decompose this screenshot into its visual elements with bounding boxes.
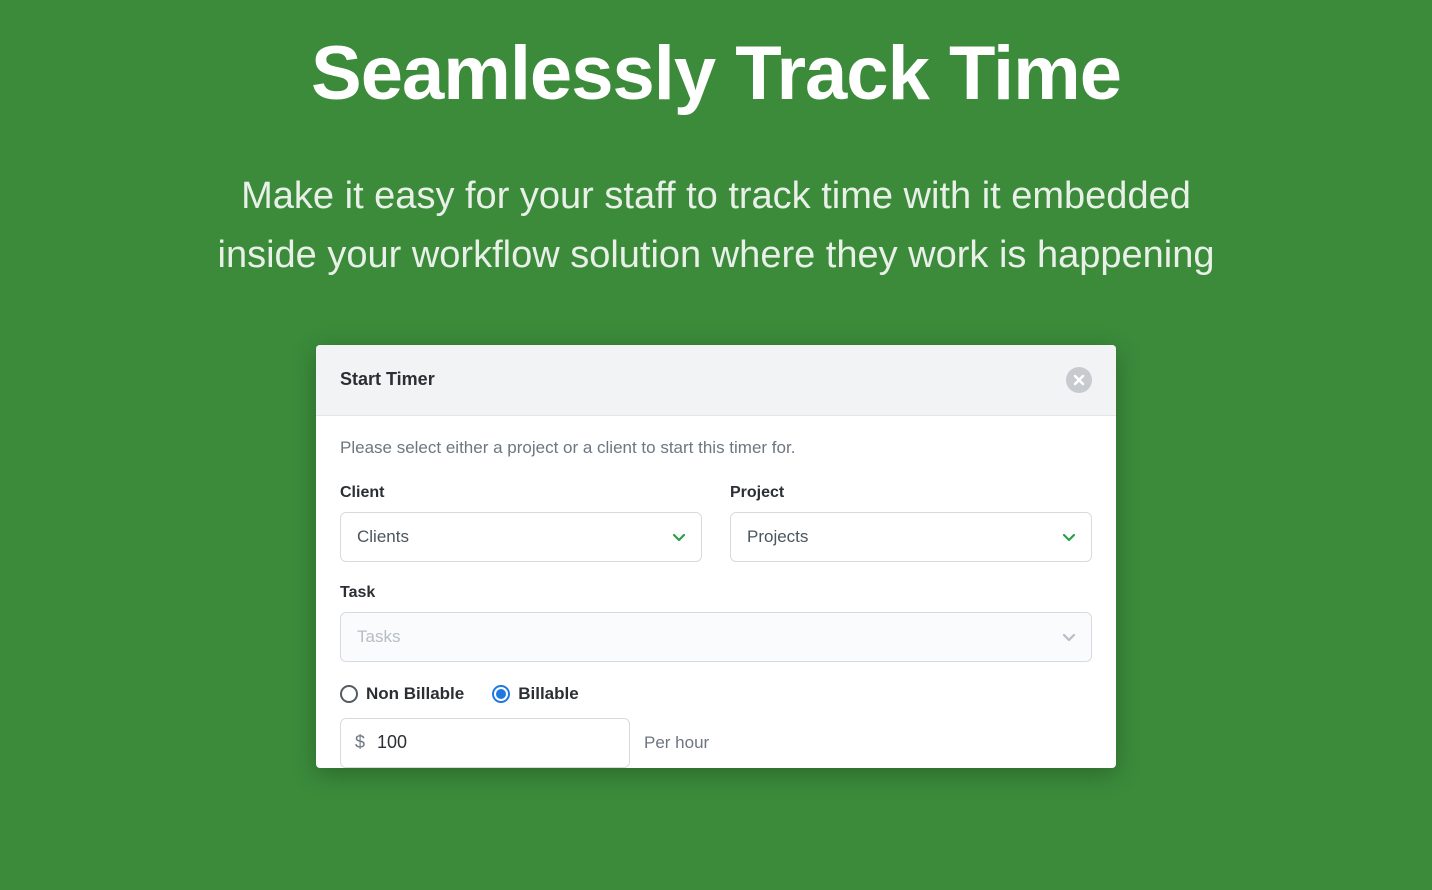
task-label: Task xyxy=(340,584,1092,602)
client-label: Client xyxy=(340,484,702,502)
rate-row: $ Per hour xyxy=(340,718,1092,768)
currency-symbol: $ xyxy=(355,732,365,753)
project-select[interactable]: Projects xyxy=(730,512,1092,562)
chevron-down-icon xyxy=(1061,529,1077,545)
page-subtitle: Make it easy for your staff to track tim… xyxy=(191,167,1241,285)
rate-input-wrap: $ xyxy=(340,718,630,768)
rate-suffix: Per hour xyxy=(644,733,709,753)
start-timer-panel: Start Timer Please select either a proje… xyxy=(316,345,1116,768)
panel-title: Start Timer xyxy=(340,369,435,390)
task-field: Task Tasks xyxy=(340,584,1092,662)
billing-radio-group: Non Billable Billable xyxy=(340,684,1092,704)
non-billable-label: Non Billable xyxy=(366,684,464,704)
project-label: Project xyxy=(730,484,1092,502)
page-title: Seamlessly Track Time xyxy=(0,30,1432,117)
billable-radio[interactable]: Billable xyxy=(492,684,578,704)
non-billable-radio[interactable]: Non Billable xyxy=(340,684,464,704)
close-button[interactable] xyxy=(1066,367,1092,393)
radio-dot-icon xyxy=(496,689,506,699)
client-select-value: Clients xyxy=(357,527,409,547)
chevron-down-icon xyxy=(1061,629,1077,645)
task-select[interactable]: Tasks xyxy=(340,612,1092,662)
panel-instruction: Please select either a project or a clie… xyxy=(340,438,1092,458)
close-icon xyxy=(1073,374,1085,386)
client-select[interactable]: Clients xyxy=(340,512,702,562)
rate-input[interactable] xyxy=(377,732,615,753)
chevron-down-icon xyxy=(671,529,687,545)
project-field: Project Projects xyxy=(730,484,1092,562)
billable-label: Billable xyxy=(518,684,578,704)
client-field: Client Clients xyxy=(340,484,702,562)
radio-icon xyxy=(340,685,358,703)
radio-icon xyxy=(492,685,510,703)
project-select-value: Projects xyxy=(747,527,808,547)
task-select-value: Tasks xyxy=(357,627,400,647)
panel-header: Start Timer xyxy=(316,345,1116,416)
